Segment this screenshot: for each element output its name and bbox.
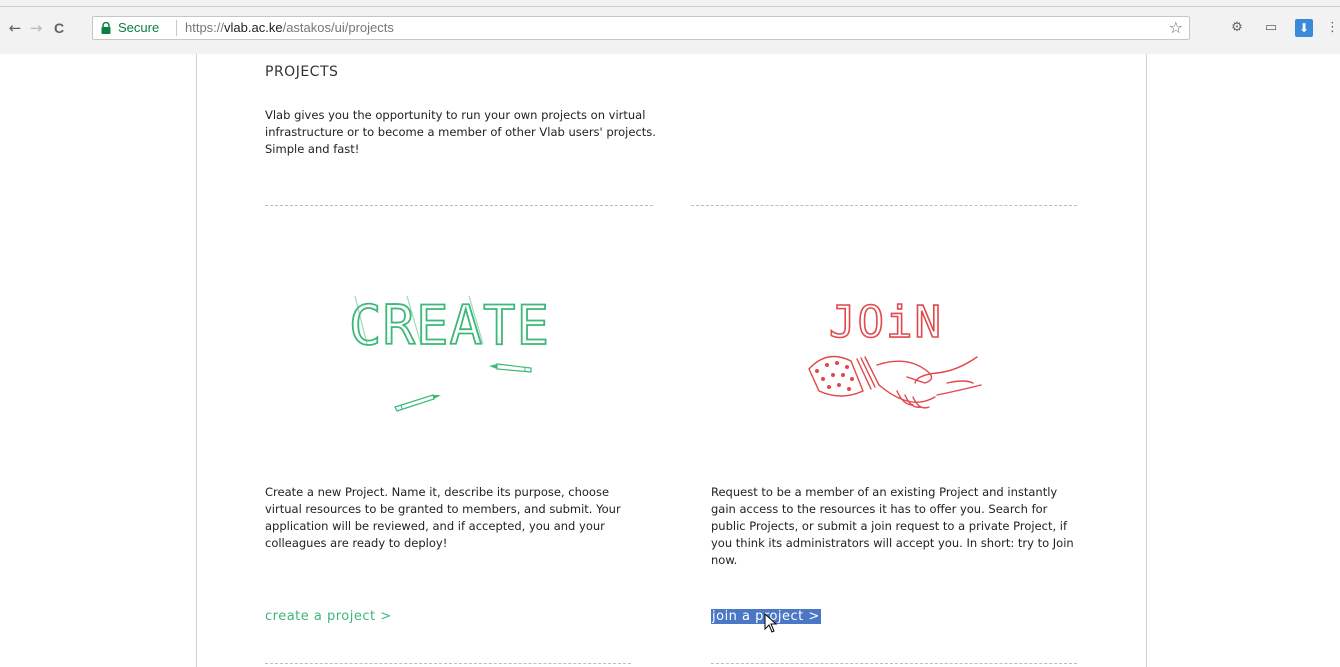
create-illustration: CREATE <box>348 293 550 412</box>
secure-label: Secure <box>118 20 160 35</box>
lock-icon <box>101 22 111 34</box>
intro-paragraph: Vlab gives you the opportunity to run yo… <box>265 108 656 156</box>
url-separator <box>176 20 177 36</box>
url-scheme: https:// <box>185 20 225 35</box>
mouse-cursor-icon <box>764 613 778 633</box>
menu-icon[interactable]: ⋮ <box>1326 19 1339 37</box>
divider-right <box>691 205 1077 206</box>
divider-bottom-left <box>265 663 631 664</box>
cast-icon[interactable]: ▭ <box>1262 19 1280 37</box>
download-extension-icon[interactable]: ⬇ <box>1295 19 1313 37</box>
create-description: Create a new Project. Name it, describe … <box>265 485 621 550</box>
handshake-icon <box>808 355 982 409</box>
tabstrip-edge <box>0 6 1340 7</box>
reload-button[interactable]: C <box>50 17 68 39</box>
browser-toolbar: ← → C Secure https://vlab.ac.ke/astakos/… <box>0 0 1340 54</box>
bookmark-star-icon[interactable]: ☆ <box>1169 18 1183 37</box>
divider-left <box>265 205 653 206</box>
divider-bottom-right <box>711 663 1077 664</box>
address-bar[interactable]: Secure https://vlab.ac.ke/astakos/ui/pro… <box>92 16 1190 40</box>
page-title: PROJECTS <box>265 64 339 80</box>
join-illustration: JOiN <box>808 296 982 409</box>
create-project-link[interactable]: create a project > <box>265 609 392 624</box>
url-host: vlab.ac.ke <box>224 20 283 35</box>
pencil-icon-right <box>489 363 532 373</box>
url-text[interactable]: https://vlab.ac.ke/astakos/ui/projects <box>185 20 394 35</box>
forward-button[interactable]: → <box>27 17 45 39</box>
pencil-icon-left <box>394 394 441 412</box>
puzzle-extension-icon[interactable]: ⚙ <box>1228 19 1246 37</box>
create-art-text: CREATE <box>349 294 550 357</box>
projects-page: PROJECTS Vlab gives you the opportunity … <box>196 54 1147 667</box>
back-button[interactable]: ← <box>6 17 24 39</box>
join-description: Request to be a member of an existing Pr… <box>711 485 1074 567</box>
url-path: /astakos/ui/projects <box>282 20 394 35</box>
join-art-text: JOiN <box>829 297 943 348</box>
